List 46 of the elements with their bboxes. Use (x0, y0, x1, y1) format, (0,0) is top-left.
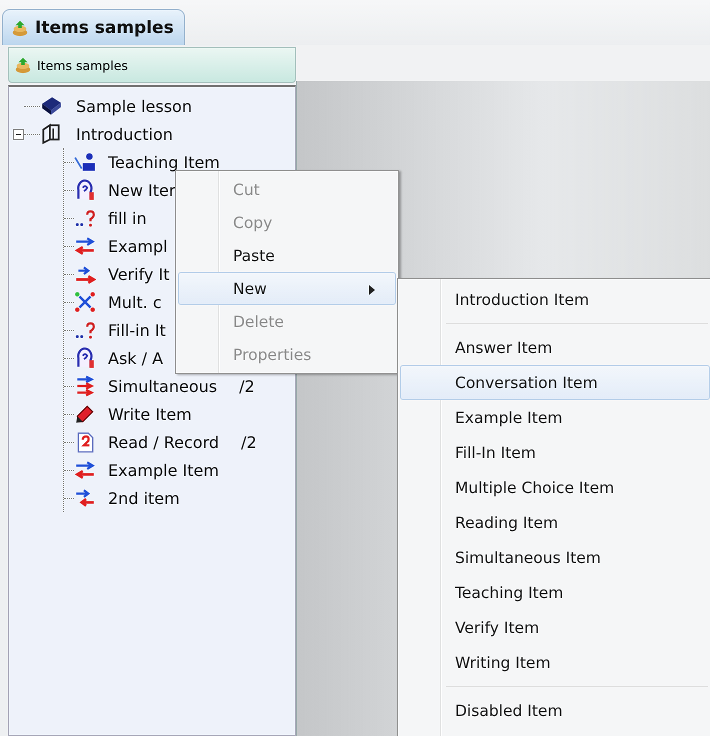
tree-item[interactable]: Example Item (108, 460, 219, 480)
tree-item[interactable]: Ask / A (108, 348, 164, 368)
teacher-icon (74, 151, 96, 173)
menu-item[interactable]: Reading Item (400, 505, 710, 540)
tree-item[interactable]: Read / Record (108, 432, 220, 452)
tree-item[interactable]: Write Item (108, 404, 192, 424)
head-icon (74, 179, 96, 201)
pencil-icon (74, 403, 96, 425)
collapse-icon[interactable] (13, 128, 24, 140)
stack-icon (11, 18, 29, 36)
tree-item[interactable]: Mult. c (108, 292, 162, 312)
menu-item[interactable]: Simultaneous Item (400, 540, 710, 575)
tree-item[interactable]: Simultaneous (108, 376, 218, 396)
menu-item[interactable]: Introduction Item (400, 282, 710, 317)
menu-item[interactable]: Example Item (400, 400, 710, 435)
menu-item[interactable]: Writing Item (400, 645, 710, 680)
tree-item[interactable]: 2nd item (108, 488, 180, 508)
menu-item[interactable]: Teaching Item (400, 575, 710, 610)
tree-item[interactable]: New Iter (108, 180, 176, 200)
menu-item[interactable]: Disabled Item (400, 693, 710, 728)
doors-icon (40, 123, 62, 145)
arrows-icon (74, 459, 96, 481)
stack-icon (14, 56, 32, 74)
book-icon (40, 95, 62, 117)
menu-item[interactable]: Verify Item (400, 610, 710, 645)
tree-item[interactable]: Sample lesson (76, 96, 192, 116)
panel-title: Items samples (37, 58, 128, 72)
head-icon (74, 347, 96, 369)
cross-dots-icon (74, 291, 96, 313)
arrows-icon (74, 235, 96, 257)
menu-item[interactable]: New (178, 272, 396, 305)
arrows-icon (74, 487, 96, 509)
menu-item[interactable]: Conversation Item (400, 365, 710, 400)
tree-item[interactable]: Verify It (108, 264, 170, 284)
item-count: /2 (239, 376, 255, 396)
menu-item[interactable]: Multiple Choice Item (400, 470, 710, 505)
item-count: /2 (241, 432, 257, 452)
tree-item[interactable]: Introduction (76, 124, 173, 144)
menu-item[interactable]: Paste (178, 239, 396, 272)
menu-item[interactable]: Answer Item (400, 330, 710, 365)
tree-item[interactable]: Exampl (108, 236, 168, 256)
tree-item[interactable]: Teaching Item (108, 152, 220, 172)
menu-item[interactable]: Fill-In Item (400, 435, 710, 470)
tree-item[interactable]: Fill-in It (108, 320, 166, 340)
document-tab[interactable]: Items samples (2, 9, 185, 45)
tree-item[interactable]: fill in (108, 208, 147, 228)
